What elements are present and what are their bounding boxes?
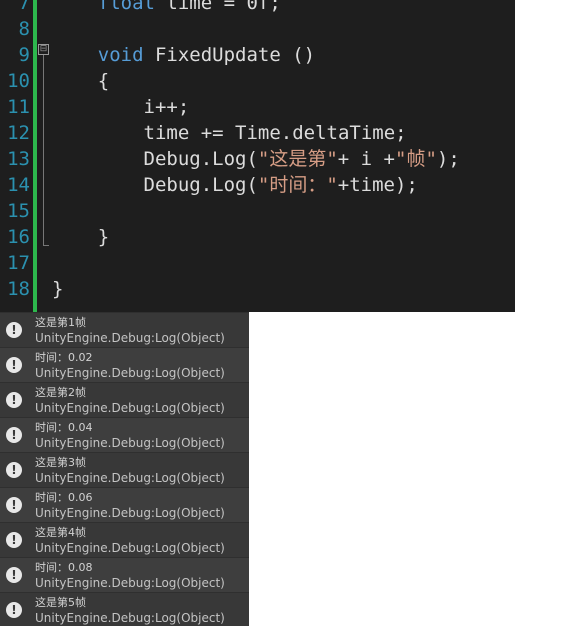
code-line[interactable]: 9 void FixedUpdate () xyxy=(0,42,515,68)
code-token: { xyxy=(52,70,110,92)
line-number: 14 xyxy=(7,174,30,196)
code-line[interactable]: 18} xyxy=(0,276,515,302)
console-log-entry[interactable]: ! 时间：0.08 UnityEngine.Debug:Log(Object) xyxy=(0,557,249,593)
log-source: UnityEngine.Debug:Log(Object) xyxy=(35,436,225,450)
code-line[interactable]: 16 } xyxy=(0,224,515,250)
code-line[interactable]: 8 xyxy=(0,16,515,42)
outline-guide-end xyxy=(43,245,49,246)
code-token: Debug.Log( xyxy=(52,148,258,170)
log-source: UnityEngine.Debug:Log(Object) xyxy=(35,541,225,555)
console-log-entry[interactable]: ! 时间：0.02 UnityEngine.Debug:Log(Object) xyxy=(0,347,249,383)
code-token: time += Time.deltaTime; xyxy=(52,122,407,144)
info-icon: ! xyxy=(6,602,22,618)
console-log-entry[interactable]: ! 这是第2帧 UnityEngine.Debug:Log(Object) xyxy=(0,382,249,418)
code-text: time += Time.deltaTime; xyxy=(52,120,407,146)
line-number: 11 xyxy=(7,96,30,118)
line-number: 10 xyxy=(7,70,30,92)
code-line[interactable]: 13 Debug.Log("这是第"+ i +"帧"); xyxy=(0,146,515,172)
code-text: } xyxy=(52,276,63,302)
code-token: FixedUpdate () xyxy=(143,44,316,66)
line-number: 18 xyxy=(7,278,30,300)
code-text: Debug.Log("时间："+time); xyxy=(52,172,418,198)
code-text: i++; xyxy=(52,94,190,120)
code-line[interactable]: 7 float time = 0f; xyxy=(0,0,515,16)
code-text: Debug.Log("这是第"+ i +"帧"); xyxy=(52,146,460,172)
info-icon: ! xyxy=(6,532,22,548)
line-number: 15 xyxy=(7,200,30,222)
info-icon: ! xyxy=(6,497,22,513)
code-line[interactable]: 15 xyxy=(0,198,515,224)
console-log-entry[interactable]: ! 这是第3帧 UnityEngine.Debug:Log(Object) xyxy=(0,452,249,488)
console-log-entry[interactable]: ! 这是第5帧 UnityEngine.Debug:Log(Object) xyxy=(0,592,249,626)
code-line[interactable]: 17 xyxy=(0,250,515,276)
code-text: void FixedUpdate () xyxy=(52,42,315,68)
log-message: 时间：0.08 xyxy=(35,561,93,574)
line-number: 16 xyxy=(7,226,30,248)
code-token: } xyxy=(52,226,110,248)
keyword-token: float xyxy=(97,0,155,14)
info-icon: ! xyxy=(6,427,22,443)
code-token: + i + xyxy=(337,148,395,170)
code-token: i++; xyxy=(52,96,190,118)
code-token: ); xyxy=(436,148,460,170)
line-number: 8 xyxy=(18,18,30,40)
console-log-entry[interactable]: ! 这是第1帧 UnityEngine.Debug:Log(Object) xyxy=(0,312,249,348)
log-message: 这是第2帧 xyxy=(35,386,86,399)
log-message: 这是第4帧 xyxy=(35,526,86,539)
log-source: UnityEngine.Debug:Log(Object) xyxy=(35,366,225,380)
code-line[interactable]: 10 { xyxy=(0,68,515,94)
code-text: } xyxy=(52,224,109,250)
code-text: { xyxy=(52,68,109,94)
log-message: 这是第5帧 xyxy=(35,596,86,609)
info-icon: ! xyxy=(6,462,22,478)
line-number: 12 xyxy=(7,122,30,144)
log-source: UnityEngine.Debug:Log(Object) xyxy=(35,576,225,590)
code-token: Debug.Log( xyxy=(52,174,258,196)
info-icon: ! xyxy=(6,357,22,373)
console-log-entry[interactable]: ! 时间：0.06 UnityEngine.Debug:Log(Object) xyxy=(0,487,249,523)
collapse-toggle-icon[interactable]: ⊟ xyxy=(38,44,49,55)
console-log-entry[interactable]: ! 时间：0.04 UnityEngine.Debug:Log(Object) xyxy=(0,417,249,453)
log-source: UnityEngine.Debug:Log(Object) xyxy=(35,506,225,520)
string-token: "这是第" xyxy=(257,148,338,170)
code-token: } xyxy=(52,278,64,300)
log-message: 这是第3帧 xyxy=(35,456,86,469)
log-source: UnityEngine.Debug:Log(Object) xyxy=(35,401,225,415)
outline-guide xyxy=(43,55,44,245)
info-icon: ! xyxy=(6,567,22,583)
log-message: 时间：0.02 xyxy=(35,351,93,364)
log-message: 这是第1帧 xyxy=(35,316,86,329)
code-line[interactable]: 14 Debug.Log("时间："+time); xyxy=(0,172,515,198)
console-panel[interactable]: ! 这是第1帧 UnityEngine.Debug:Log(Object)! 时间：0… xyxy=(0,312,249,626)
code-token: time = 0f; xyxy=(154,0,281,14)
log-source: UnityEngine.Debug:Log(Object) xyxy=(35,611,225,625)
code-editor[interactable]: 7 float time = 0f; 8 9 void FixedUpdate ()… xyxy=(0,0,515,312)
code-line[interactable]: 12 time += Time.deltaTime; xyxy=(0,120,515,146)
code-line[interactable]: 11 i++; xyxy=(0,94,515,120)
log-source: UnityEngine.Debug:Log(Object) xyxy=(35,331,225,345)
line-number: 13 xyxy=(7,148,30,170)
string-token: "时间：" xyxy=(257,174,338,196)
change-indicator-bar xyxy=(33,0,37,312)
info-icon: ! xyxy=(6,322,22,338)
console-log-entry[interactable]: ! 这是第4帧 UnityEngine.Debug:Log(Object) xyxy=(0,522,249,558)
string-token: "帧" xyxy=(395,148,437,170)
info-icon: ! xyxy=(6,392,22,408)
line-number: 17 xyxy=(7,252,30,274)
log-message: 时间：0.06 xyxy=(35,491,93,504)
code-token: +time); xyxy=(337,174,418,196)
line-number: 9 xyxy=(18,44,30,66)
keyword-token: void xyxy=(97,44,144,66)
code-text: float time = 0f; xyxy=(52,0,281,16)
line-number: 7 xyxy=(18,0,30,14)
log-source: UnityEngine.Debug:Log(Object) xyxy=(35,471,225,485)
log-message: 时间：0.04 xyxy=(35,421,93,434)
